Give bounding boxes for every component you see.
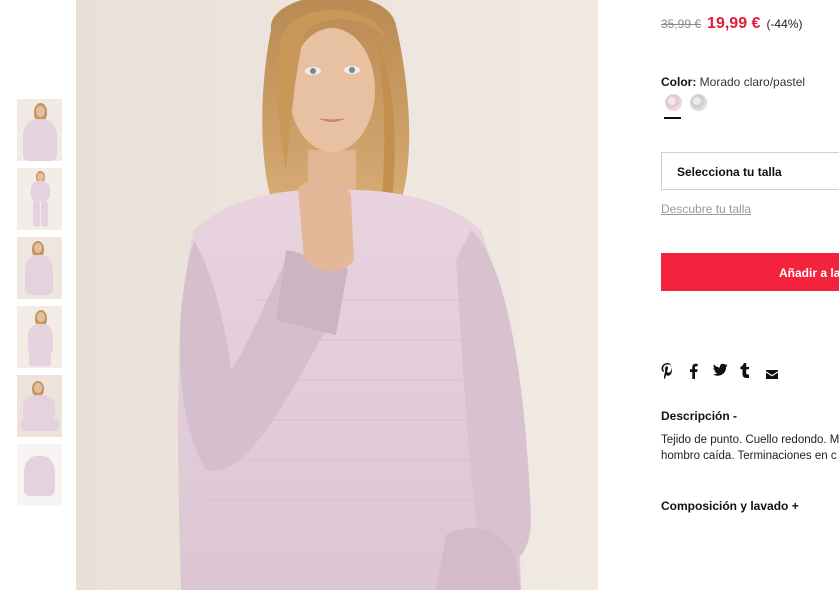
original-price: 35,99 € (661, 17, 702, 31)
size-guide-link[interactable]: Descubre tu talla (661, 202, 751, 216)
size-select-label: Selecciona tu talla (677, 165, 782, 179)
sale-price: 19,99 € (707, 15, 761, 32)
price-row: 35,99 € 19,99 € (-44%) (661, 15, 802, 33)
product-panel: 35,99 € 19,99 € (-44%) Color: Morado claro… (661, 0, 839, 590)
thumbnail-2[interactable] (17, 168, 62, 230)
thumbnail-3[interactable] (17, 237, 62, 299)
thumbnail-6[interactable] (17, 444, 62, 506)
selected-swatch-indicator (664, 117, 681, 119)
description-toggle[interactable]: Descripción - (661, 409, 737, 423)
description-line-2: hombro caída. Terminaciones en c (661, 450, 837, 462)
color-row: Color: Morado claro/pastel (661, 75, 805, 89)
thumbnail-5[interactable] (17, 375, 62, 437)
swatch-grey[interactable] (690, 94, 707, 111)
composition-toggle[interactable]: Composición y lavado + (661, 499, 799, 513)
tumblr-icon[interactable] (740, 363, 756, 379)
thumbnail-list (17, 99, 62, 513)
twitter-icon[interactable] (713, 363, 729, 379)
discount-badge: (-44%) (766, 17, 803, 31)
description-text: Tejido de punto. Cuello redondo. M hombr… (661, 432, 839, 464)
model-photo (76, 0, 598, 590)
mail-icon[interactable] (766, 366, 782, 382)
swatch-lilac[interactable] (665, 94, 682, 111)
description-line-1: Tejido de punto. Cuello redondo. M (661, 434, 839, 446)
add-to-cart-button[interactable]: Añadir a la (661, 253, 839, 291)
size-select[interactable]: Selecciona tu talla (661, 152, 839, 190)
facebook-icon[interactable] (689, 363, 705, 379)
thumbnail-1[interactable] (17, 99, 62, 161)
add-to-cart-label: Añadir a la (779, 266, 839, 280)
thumbnail-4[interactable] (17, 306, 62, 368)
color-label: Color: (661, 75, 697, 89)
main-product-image[interactable] (76, 0, 598, 590)
color-value: Morado claro/pastel (699, 75, 806, 89)
pinterest-icon[interactable] (661, 363, 677, 380)
